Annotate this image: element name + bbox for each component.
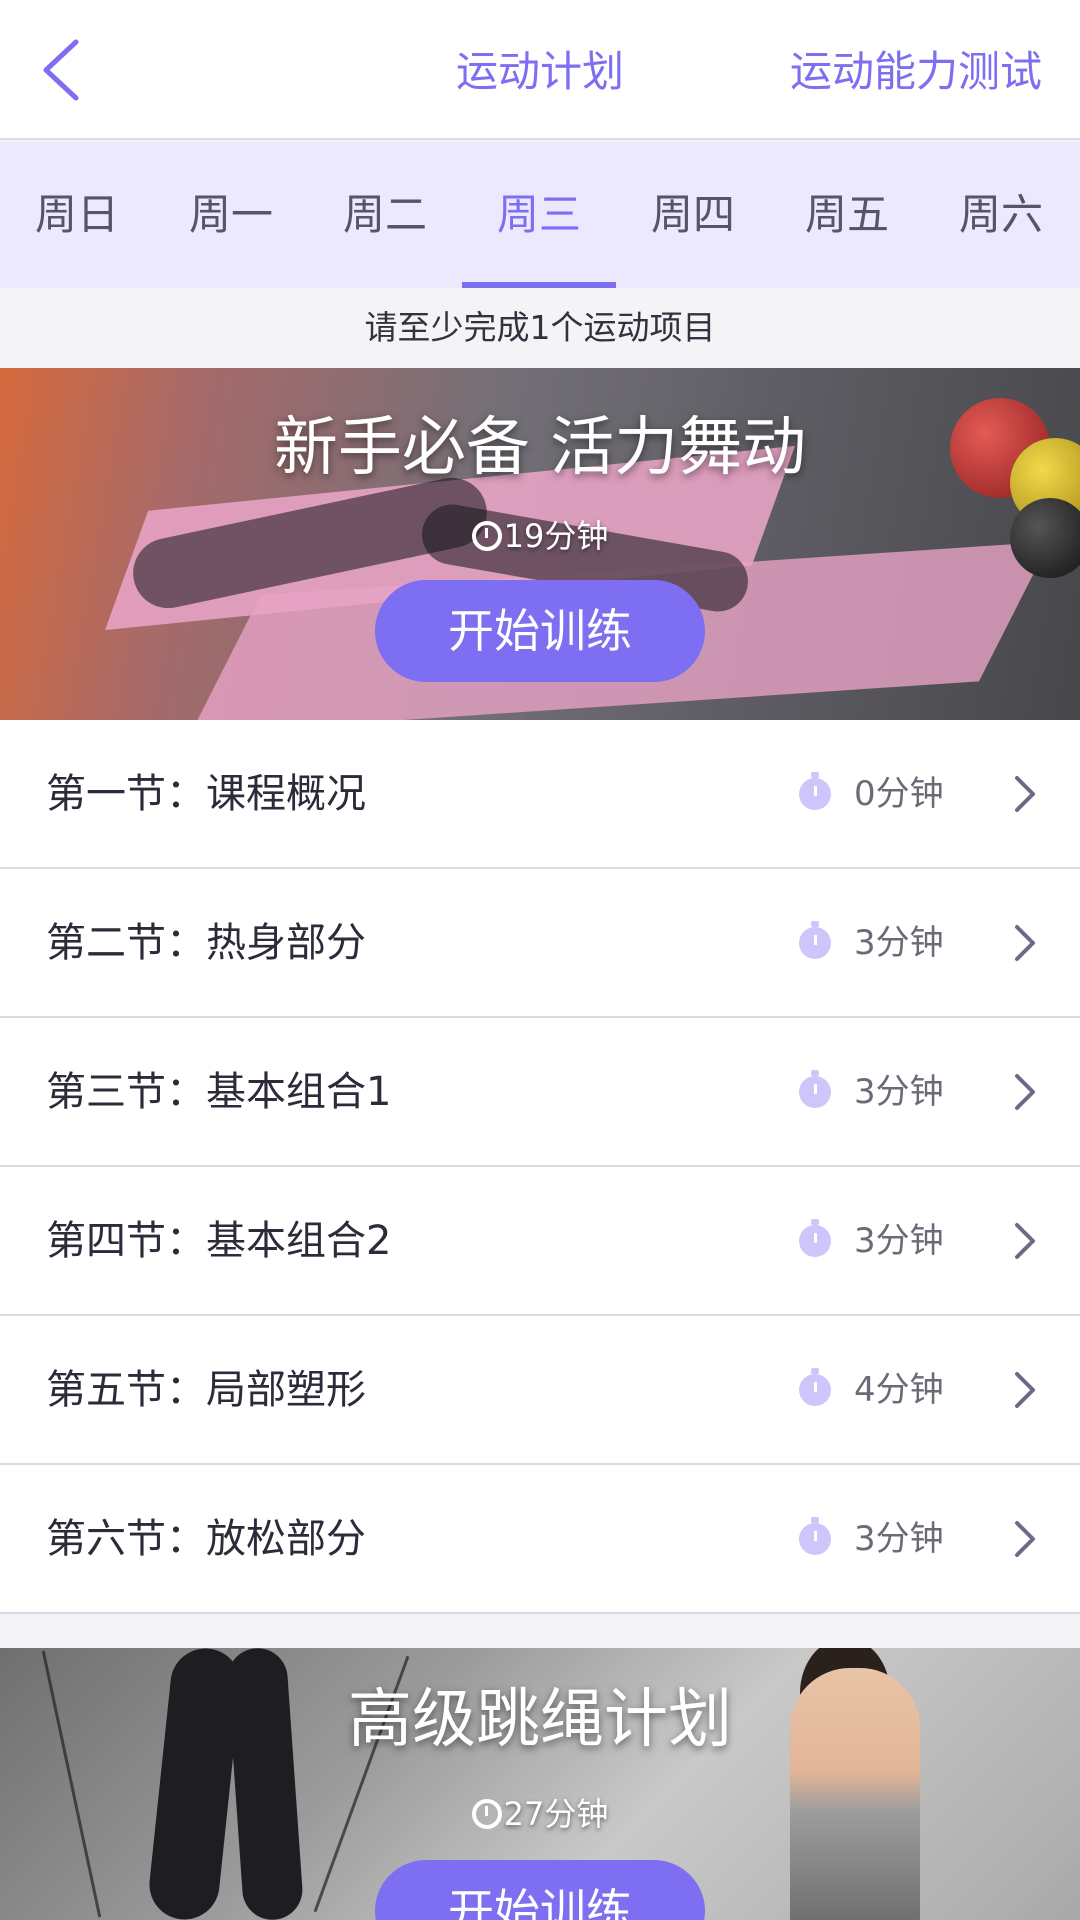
top-bar: 运动计划 运动能力测试 (0, 0, 1080, 140)
section-duration: 3分钟 (854, 1072, 944, 1112)
plan-duration-text: 19分钟 (503, 517, 609, 555)
chevron-right-icon (1015, 1521, 1035, 1557)
tab-wednesday[interactable]: 周三 (462, 142, 616, 288)
start-training-button[interactable]: 开始训练 (375, 580, 705, 682)
timer-icon (799, 1219, 831, 1257)
timer-icon (799, 772, 831, 810)
plan-duration: 27分钟 (0, 1792, 1080, 1836)
list-item[interactable]: 第六节：放松部分 3分钟 (0, 1465, 1080, 1614)
plan-banner-jump-rope[interactable]: 高级跳绳计划 27分钟 开始训练 (0, 1648, 1080, 1920)
timer-icon (471, 1799, 502, 1829)
list-item[interactable]: 第一节：课程概况 0分钟 (0, 720, 1080, 869)
timer-icon (799, 1368, 831, 1406)
list-item[interactable]: 第二节：热身部分 3分钟 (0, 869, 1080, 1018)
timer-icon (799, 921, 831, 959)
section-duration: 4分钟 (854, 1370, 944, 1410)
back-button[interactable] (30, 30, 110, 110)
chevron-right-icon (1015, 1223, 1035, 1259)
page-title: 运动计划 (455, 47, 624, 96)
tab-friday[interactable]: 周五 (770, 142, 924, 288)
list-item[interactable]: 第五节：局部塑形 4分钟 (0, 1316, 1080, 1465)
section-duration: 3分钟 (854, 923, 944, 963)
timer-icon (799, 1070, 831, 1108)
chevron-right-icon (1015, 1372, 1035, 1408)
section-duration: 0分钟 (854, 774, 944, 814)
section-label: 第三节：基本组合1 (46, 1069, 392, 1115)
week-day-tabs: 周日 周一 周二 周三 周四 周五 周六 (0, 142, 1080, 288)
tab-sunday[interactable]: 周日 (0, 142, 154, 288)
chevron-left-icon (43, 39, 79, 101)
completion-notice: 请至少完成1个运动项目 (0, 288, 1080, 368)
section-label: 第四节：基本组合2 (46, 1218, 392, 1264)
plan-title: 高级跳绳计划 (348, 1683, 732, 1757)
tab-monday[interactable]: 周一 (154, 142, 308, 288)
section-duration: 3分钟 (854, 1221, 944, 1261)
section-label: 第六节：放松部分 (46, 1516, 366, 1562)
section-label: 第一节：课程概况 (46, 771, 366, 817)
section-label: 第二节：热身部分 (46, 920, 366, 966)
plan-title: 新手必备 活力舞动 (273, 411, 807, 485)
timer-icon (471, 521, 502, 551)
chevron-right-icon (1015, 776, 1035, 812)
timer-icon (799, 1517, 831, 1555)
plan-duration: 19分钟 (0, 514, 1080, 558)
chevron-right-icon (1015, 1074, 1035, 1110)
plan-duration-text: 27分钟 (503, 1795, 609, 1833)
tab-tuesday[interactable]: 周二 (308, 142, 462, 288)
plan-banner-dance[interactable]: 新手必备 活力舞动 19分钟 开始训练 (0, 368, 1080, 720)
list-item[interactable]: 第三节：基本组合1 3分钟 (0, 1018, 1080, 1167)
tab-saturday[interactable]: 周六 (924, 142, 1078, 288)
section-duration: 3分钟 (854, 1519, 944, 1559)
section-list: 第一节：课程概况 0分钟 第二节：热身部分 3分钟 第三节：基本组合1 3分钟 … (0, 720, 1080, 1614)
workout-plan-screen: 运动计划 运动能力测试 周日 周一 周二 周三 周四 周五 周六 请至少完成1个… (0, 0, 1080, 1920)
section-divider (0, 1616, 1080, 1648)
fitness-test-link[interactable]: 运动能力测试 (790, 42, 1042, 102)
chevron-right-icon (1015, 925, 1035, 961)
tab-thursday[interactable]: 周四 (616, 142, 770, 288)
start-training-button[interactable]: 开始训练 (375, 1860, 705, 1920)
section-label: 第五节：局部塑形 (46, 1367, 366, 1413)
list-item[interactable]: 第四节：基本组合2 3分钟 (0, 1167, 1080, 1316)
